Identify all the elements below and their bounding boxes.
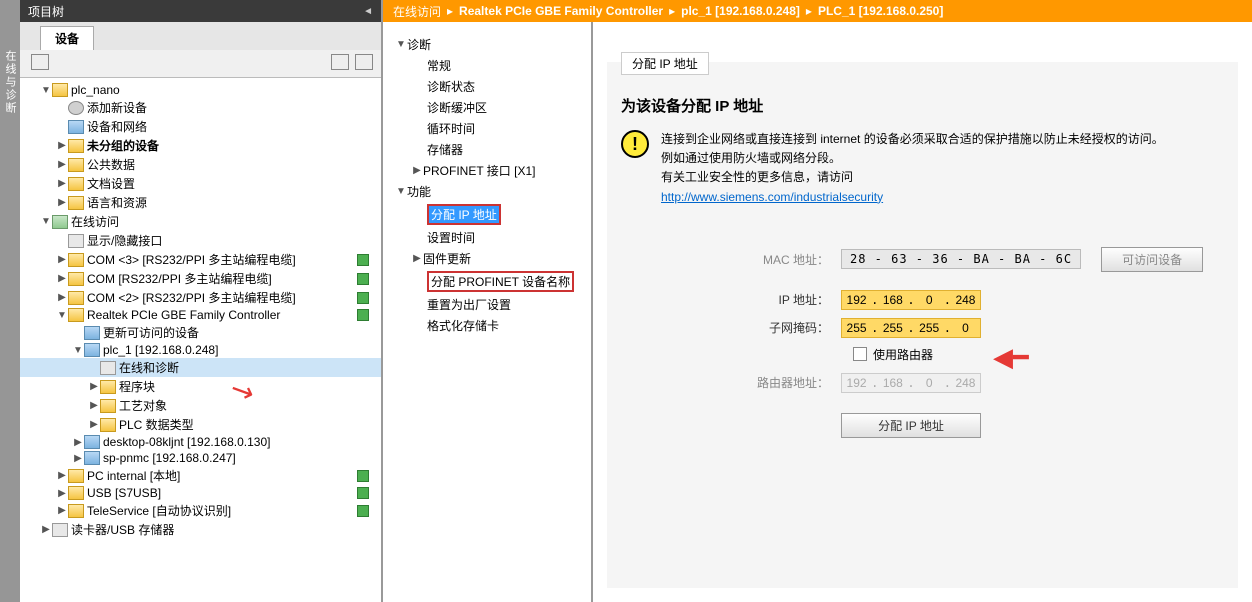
plc-datatypes[interactable]: ▶PLC 数据类型 xyxy=(20,415,381,434)
vertical-tab-label: 在线与诊断 xyxy=(2,50,18,115)
status-icon xyxy=(357,254,369,266)
router-label: 路由器地址： xyxy=(721,374,841,391)
status-icon xyxy=(357,273,369,285)
panel-header: 项目树 ◄ xyxy=(20,0,381,22)
card-reader[interactable]: ▶读卡器/USB 存储器 xyxy=(20,520,381,539)
content-heading: 为该设备分配 IP 地址 xyxy=(621,95,1224,116)
devices-networks[interactable]: 设备和网络 xyxy=(20,117,381,136)
warning-line: 例如通过使用防火墙或网络分段。 xyxy=(661,149,1164,168)
tech-objects[interactable]: ▶工艺对象 xyxy=(20,396,381,415)
mask-input[interactable]: 255.255.255.0 xyxy=(841,318,981,338)
realtek-controller[interactable]: ▼Realtek PCIe GBE Family Controller xyxy=(20,307,381,323)
nav-panel: ▼诊断 常规 诊断状态 诊断缓冲区 循环时间 存储器 ▶PROFINET 接口 … xyxy=(383,22,593,602)
nav-memory[interactable]: 存储器 xyxy=(387,139,587,160)
nav-assign-ip[interactable]: 分配 IP 地址 xyxy=(387,202,587,227)
mask-label: 子网掩码： xyxy=(721,319,841,336)
nav-profinet[interactable]: ▶PROFINET 接口 [X1] xyxy=(387,160,587,181)
lang-resources[interactable]: ▶语言和资源 xyxy=(20,193,381,212)
online-access[interactable]: ▼在线访问 xyxy=(20,212,381,231)
nav-diag-status[interactable]: 诊断状态 xyxy=(387,76,587,97)
com2[interactable]: ▶COM <2> [RS232/PPI 多主站编程电缆] xyxy=(20,288,381,307)
warning-line: 有关工业安全性的更多信息，请访问 xyxy=(661,168,1164,187)
warning-line: 连接到企业网络或直接连接到 internet 的设备必须采取合适的保护措施以防止… xyxy=(661,130,1164,149)
vertical-tab[interactable]: 在线与诊断 xyxy=(0,0,20,602)
breadcrumb-seg[interactable]: PLC_1 [192.168.0.250] xyxy=(818,4,943,18)
program-blocks[interactable]: ▶程序块 xyxy=(20,377,381,396)
project-tree-panel: 项目树 ◄ 设备 ▼plc_nano 添加新设备 设备和网络 ▶未分组的设备 ▶… xyxy=(20,0,383,602)
collapse-icon[interactable]: ◄ xyxy=(363,6,373,17)
status-icon xyxy=(357,505,369,517)
security-link[interactable]: http://www.siemens.com/industrialsecurit… xyxy=(661,190,883,204)
teleservice[interactable]: ▶TeleService [自动协议识别] xyxy=(20,501,381,520)
breadcrumb: 在线访问▸ Realtek PCIe GBE Family Controller… xyxy=(383,0,1252,22)
access-devices-button[interactable]: 可访问设备 xyxy=(1101,247,1203,272)
com[interactable]: ▶COM [RS232/PPI 多主站编程电缆] xyxy=(20,269,381,288)
show-hide-interface[interactable]: 显示/隐藏接口 xyxy=(20,231,381,250)
status-icon xyxy=(357,470,369,482)
breadcrumb-seg[interactable]: plc_1 [192.168.0.248] xyxy=(681,4,800,18)
plc1[interactable]: ▼plc_1 [192.168.0.248] xyxy=(20,342,381,358)
nav-format-card[interactable]: 格式化存储卡 xyxy=(387,315,587,336)
use-router-label: 使用路由器 xyxy=(873,346,933,363)
use-router-checkbox[interactable] xyxy=(853,347,867,361)
nav-set-time[interactable]: 设置时间 xyxy=(387,227,587,248)
pc-internal[interactable]: ▶PC internal [本地] xyxy=(20,466,381,485)
section-title: 分配 IP 地址 xyxy=(621,52,709,75)
desktop-node[interactable]: ▶desktop-08kljnt [192.168.0.130] xyxy=(20,434,381,450)
warning-icon: ! xyxy=(621,130,649,158)
warning-box: ! 连接到企业网络或直接连接到 internet 的设备必须采取合适的保护措施以… xyxy=(621,130,1224,207)
nav-cycle-time[interactable]: 循环时间 xyxy=(387,118,587,139)
doc-settings[interactable]: ▶文档设置 xyxy=(20,174,381,193)
add-device[interactable]: 添加新设备 xyxy=(20,98,381,117)
nav-func[interactable]: ▼功能 xyxy=(387,181,587,202)
content-panel: 分配 IP 地址 为该设备分配 IP 地址 ! 连接到企业网络或直接连接到 in… xyxy=(593,22,1252,602)
ip-input[interactable]: 192.168.0.248 xyxy=(841,290,981,310)
sp-pnmc-node[interactable]: ▶sp-pnmc [192.168.0.247] xyxy=(20,450,381,466)
mac-label: MAC 地址： xyxy=(721,251,841,268)
update-devices[interactable]: 更新可访问的设备 xyxy=(20,323,381,342)
status-icon xyxy=(357,487,369,499)
devices-tab[interactable]: 设备 xyxy=(40,26,94,50)
usb-s7usb[interactable]: ▶USB [S7USB] xyxy=(20,485,381,501)
toolbar-icon-2[interactable] xyxy=(331,54,349,70)
nav-assign-profinet[interactable]: 分配 PROFINET 设备名称 xyxy=(387,269,587,294)
nav-diag-buffer[interactable]: 诊断缓冲区 xyxy=(387,97,587,118)
ip-label: IP 地址： xyxy=(721,291,841,308)
project-tree: ▼plc_nano 添加新设备 设备和网络 ▶未分组的设备 ▶公共数据 ▶文档设… xyxy=(20,78,381,602)
online-diag[interactable]: 在线和诊断 xyxy=(20,358,381,377)
toolbar-icon-3[interactable] xyxy=(355,54,373,70)
common-data[interactable]: ▶公共数据 xyxy=(20,155,381,174)
assign-ip-button[interactable]: 分配 IP 地址 xyxy=(841,413,981,438)
panel-title: 项目树 xyxy=(28,3,64,20)
mac-value: 28 - 63 - 36 - BA - BA - 6C xyxy=(841,249,1081,269)
ungrouped-devices[interactable]: ▶未分组的设备 xyxy=(20,136,381,155)
com3[interactable]: ▶COM <3> [RS232/PPI 多主站编程电缆] xyxy=(20,250,381,269)
breadcrumb-seg[interactable]: 在线访问 xyxy=(393,3,441,20)
nav-general[interactable]: 常规 xyxy=(387,55,587,76)
status-icon xyxy=(357,309,369,321)
project-root[interactable]: ▼plc_nano xyxy=(20,82,381,98)
tree-toolbar xyxy=(20,50,381,78)
router-input: 192.168.0.248 xyxy=(841,373,981,393)
toolbar-icon-1[interactable] xyxy=(31,54,49,70)
nav-diag[interactable]: ▼诊断 xyxy=(387,34,587,55)
breadcrumb-seg[interactable]: Realtek PCIe GBE Family Controller xyxy=(459,4,663,18)
status-icon xyxy=(357,292,369,304)
nav-firmware[interactable]: ▶固件更新 xyxy=(387,248,587,269)
nav-factory-reset[interactable]: 重置为出厂设置 xyxy=(387,294,587,315)
